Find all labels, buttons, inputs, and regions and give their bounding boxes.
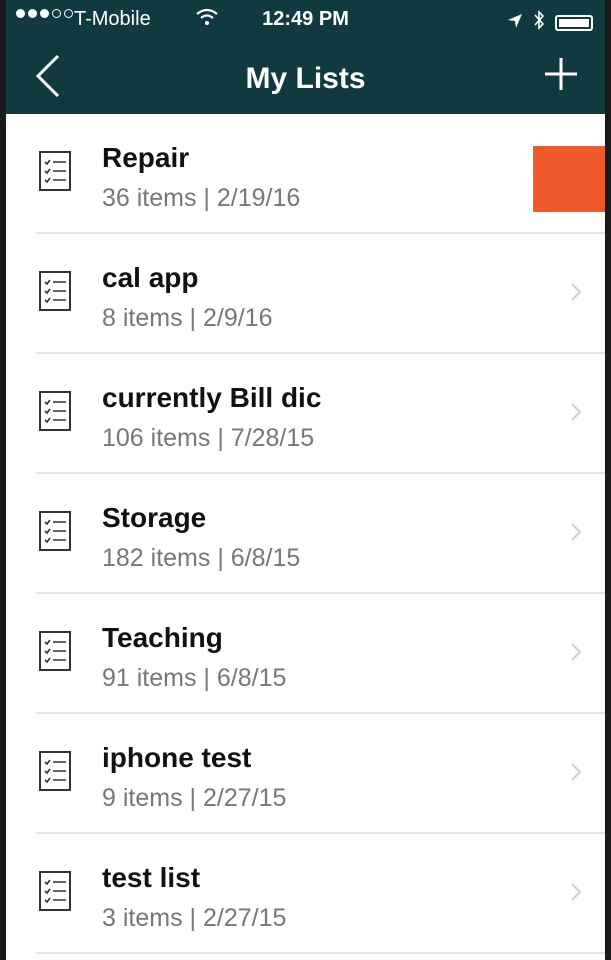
chevron-right-icon bbox=[571, 283, 582, 301]
chevron-right-icon bbox=[571, 403, 582, 421]
list-title: test list bbox=[102, 862, 201, 893]
list-title: Storage bbox=[102, 502, 207, 533]
list-meta: 3 items | 2/27/15 bbox=[102, 904, 287, 932]
checklist-icon bbox=[39, 391, 71, 431]
row-divider bbox=[36, 952, 605, 954]
list-meta: 91 items | 6/8/15 bbox=[102, 664, 287, 692]
list-meta: 106 items | 7/28/15 bbox=[102, 424, 315, 452]
checklist-icon bbox=[39, 631, 71, 671]
nav-bar: My Lists bbox=[6, 40, 605, 114]
list-title: iphone test bbox=[102, 742, 252, 773]
list-item[interactable]: Storage 182 items | 6/8/15 bbox=[6, 474, 605, 594]
checklist-icon bbox=[39, 151, 71, 191]
chevron-right-icon bbox=[571, 883, 582, 901]
list-meta: 182 items | 6/8/15 bbox=[102, 544, 301, 572]
lists-table: Repair 36 items | 2/19/16 cal app 8 item… bbox=[6, 114, 605, 954]
plus-icon bbox=[545, 58, 577, 90]
list-title: Teaching bbox=[102, 622, 223, 653]
checklist-icon bbox=[39, 871, 71, 911]
list-item[interactable]: iphone test 9 items | 2/27/15 bbox=[6, 714, 605, 834]
list-meta: 36 items | 2/19/16 bbox=[102, 184, 301, 212]
checklist-icon bbox=[39, 751, 71, 791]
checklist-icon bbox=[39, 511, 71, 551]
list-item[interactable]: test list 3 items | 2/27/15 bbox=[6, 834, 605, 954]
list-meta: 8 items | 2/9/16 bbox=[102, 304, 273, 332]
add-list-button[interactable] bbox=[539, 52, 583, 96]
list-item[interactable]: Teaching 91 items | 6/8/15 bbox=[6, 594, 605, 714]
header: T-Mobile 12:49 PM My Lists bbox=[6, 0, 605, 114]
checklist-icon bbox=[39, 271, 71, 311]
bluetooth-icon bbox=[533, 10, 545, 36]
battery-icon bbox=[555, 15, 593, 31]
list-item[interactable]: Repair 36 items | 2/19/16 bbox=[6, 114, 605, 234]
delete-action-button[interactable] bbox=[533, 146, 605, 212]
chevron-right-icon bbox=[571, 643, 582, 661]
list-title: cal app bbox=[102, 262, 199, 293]
list-title: currently Bill dic bbox=[102, 382, 322, 413]
page-title: My Lists bbox=[245, 62, 366, 95]
chevron-right-icon bbox=[571, 763, 582, 781]
list-meta: 9 items | 2/27/15 bbox=[102, 784, 287, 812]
list-title: Repair bbox=[102, 142, 190, 173]
list-item[interactable]: currently Bill dic 106 items | 7/28/15 bbox=[6, 354, 605, 474]
app-frame: T-Mobile 12:49 PM My Lists Repair 36 ite… bbox=[0, 0, 611, 960]
chevron-right-icon bbox=[571, 523, 582, 541]
list-item[interactable]: cal app 8 items | 2/9/16 bbox=[6, 234, 605, 354]
location-icon bbox=[507, 12, 523, 35]
status-bar: T-Mobile 12:49 PM bbox=[6, 0, 605, 40]
